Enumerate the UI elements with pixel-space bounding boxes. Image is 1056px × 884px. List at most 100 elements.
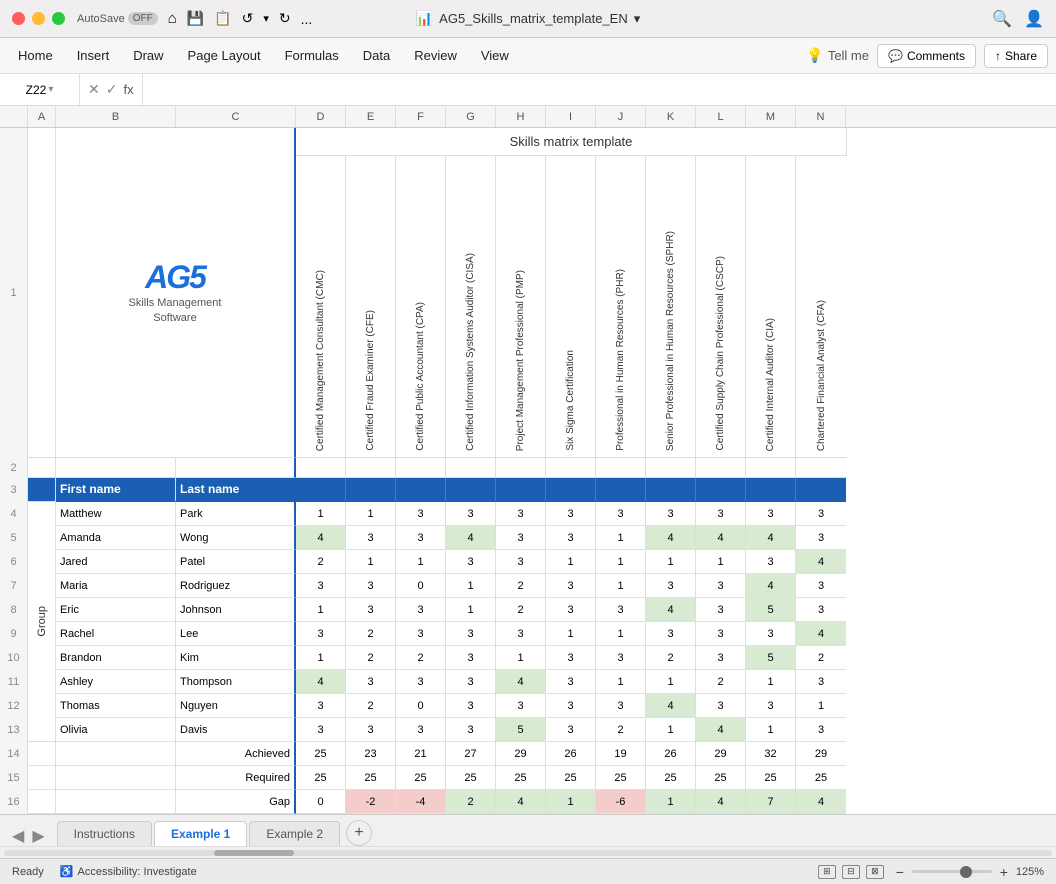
col-n[interactable]: N xyxy=(796,106,846,127)
tell-me-field[interactable]: 💡 Tell me xyxy=(806,47,869,64)
cell-h2[interactable] xyxy=(496,458,546,478)
cell-first-7[interactable]: Ashley xyxy=(56,670,176,694)
cell-val-1-5[interactable]: 3 xyxy=(546,526,596,550)
scrollbar-thumb[interactable] xyxy=(214,850,294,856)
cell-f3[interactable] xyxy=(396,478,446,502)
cell-val-8-10[interactable]: 1 xyxy=(796,694,846,718)
cell-val-4-10[interactable]: 3 xyxy=(796,598,846,622)
cell-val-2-6[interactable]: 1 xyxy=(596,550,646,574)
cell-h3[interactable] xyxy=(496,478,546,502)
col-d[interactable]: D xyxy=(296,106,346,127)
cell-val-5-4[interactable]: 3 xyxy=(496,622,546,646)
cell-val-1-3[interactable]: 4 xyxy=(446,526,496,550)
cell-val-4-7[interactable]: 4 xyxy=(646,598,696,622)
menu-view[interactable]: View xyxy=(471,44,519,67)
cell-val-0-7[interactable]: 3 xyxy=(646,502,696,526)
scrollbar-track[interactable] xyxy=(4,850,1052,856)
cancel-formula-icon[interactable]: ✕ xyxy=(88,81,100,98)
cell-val-1-6[interactable]: 1 xyxy=(596,526,646,550)
cell-val-5-2[interactable]: 3 xyxy=(396,622,446,646)
next-sheet-icon[interactable]: ▶ xyxy=(28,826,48,846)
cell-val-6-1[interactable]: 2 xyxy=(346,646,396,670)
cell-val-6-2[interactable]: 2 xyxy=(396,646,446,670)
cell-a1[interactable] xyxy=(28,128,56,458)
menu-home[interactable]: Home xyxy=(8,44,63,67)
cell-required-3[interactable]: 25 xyxy=(446,766,496,790)
cell-k3[interactable] xyxy=(646,478,696,502)
cell-achieved-8[interactable]: 29 xyxy=(696,742,746,766)
cell-achieved-3[interactable]: 27 xyxy=(446,742,496,766)
cell-first-4[interactable]: Eric xyxy=(56,598,176,622)
cell-required-6[interactable]: 25 xyxy=(596,766,646,790)
cell-val-6-3[interactable]: 3 xyxy=(446,646,496,670)
cell-val-9-3[interactable]: 3 xyxy=(446,718,496,742)
cell-val-9-2[interactable]: 3 xyxy=(396,718,446,742)
cell-val-3-5[interactable]: 3 xyxy=(546,574,596,598)
cell-val-8-7[interactable]: 4 xyxy=(646,694,696,718)
cell-val-6-7[interactable]: 2 xyxy=(646,646,696,670)
cell-val-9-9[interactable]: 1 xyxy=(746,718,796,742)
cell-a16[interactable] xyxy=(28,790,56,814)
search-icon[interactable]: 🔍 xyxy=(992,9,1012,29)
cell-gap-2[interactable]: -4 xyxy=(396,790,446,814)
cell-c3-last-name[interactable]: Last name xyxy=(176,478,296,502)
cell-required-0[interactable]: 25 xyxy=(296,766,346,790)
cell-val-9-6[interactable]: 2 xyxy=(596,718,646,742)
cell-n3[interactable] xyxy=(796,478,846,502)
cell-val-5-7[interactable]: 3 xyxy=(646,622,696,646)
menu-data[interactable]: Data xyxy=(353,44,400,67)
cell-val-6-4[interactable]: 1 xyxy=(496,646,546,670)
cell-d3[interactable] xyxy=(296,478,346,502)
cell-gap-7[interactable]: 1 xyxy=(646,790,696,814)
tab-example2[interactable]: Example 2 xyxy=(249,821,340,846)
cell-last-3[interactable]: Rodriguez xyxy=(176,574,296,598)
cell-val-5-0[interactable]: 3 xyxy=(296,622,346,646)
zoom-out-button[interactable]: − xyxy=(892,864,908,880)
profile-icon[interactable]: 👤 xyxy=(1024,9,1044,29)
cell-k2[interactable] xyxy=(646,458,696,478)
cell-val-9-7[interactable]: 1 xyxy=(646,718,696,742)
cell-l3[interactable] xyxy=(696,478,746,502)
cell-val-4-0[interactable]: 1 xyxy=(296,598,346,622)
cell-l2[interactable] xyxy=(696,458,746,478)
cell-val-4-1[interactable]: 3 xyxy=(346,598,396,622)
cell-val-1-10[interactable]: 3 xyxy=(796,526,846,550)
normal-view-icon[interactable]: ⊞ xyxy=(818,865,836,879)
cell-gap-1[interactable]: -2 xyxy=(346,790,396,814)
cell-val-7-3[interactable]: 3 xyxy=(446,670,496,694)
fullscreen-button[interactable] xyxy=(52,12,65,25)
cell-first-0[interactable]: Matthew xyxy=(56,502,176,526)
zoom-thumb[interactable] xyxy=(960,866,972,878)
cell-val-5-6[interactable]: 1 xyxy=(596,622,646,646)
cell-val-7-9[interactable]: 1 xyxy=(746,670,796,694)
more-icon[interactable]: ... xyxy=(301,11,313,27)
cell-last-0[interactable]: Park xyxy=(176,502,296,526)
cell-val-4-5[interactable]: 3 xyxy=(546,598,596,622)
menu-insert[interactable]: Insert xyxy=(67,44,120,67)
cell-val-1-2[interactable]: 3 xyxy=(396,526,446,550)
cell-val-6-8[interactable]: 3 xyxy=(696,646,746,670)
cell-required-1[interactable]: 25 xyxy=(346,766,396,790)
cell-val-2-5[interactable]: 1 xyxy=(546,550,596,574)
cell-achieved-2[interactable]: 21 xyxy=(396,742,446,766)
cell-first-5[interactable]: Rachel xyxy=(56,622,176,646)
cell-val-8-2[interactable]: 0 xyxy=(396,694,446,718)
cell-val-6-6[interactable]: 3 xyxy=(596,646,646,670)
cell-b2[interactable] xyxy=(56,458,176,478)
redo-icon[interactable]: ↻ xyxy=(279,10,291,27)
cell-last-4[interactable]: Johnson xyxy=(176,598,296,622)
cell-achieved-4[interactable]: 29 xyxy=(496,742,546,766)
cell-val-5-3[interactable]: 3 xyxy=(446,622,496,646)
cell-b16[interactable] xyxy=(56,790,176,814)
comments-button[interactable]: 💬 Comments xyxy=(877,44,976,68)
cell-c2[interactable] xyxy=(176,458,296,478)
cell-val-1-0[interactable]: 4 xyxy=(296,526,346,550)
cell-val-4-9[interactable]: 5 xyxy=(746,598,796,622)
menu-page-layout[interactable]: Page Layout xyxy=(178,44,271,67)
cell-val-8-0[interactable]: 3 xyxy=(296,694,346,718)
cell-e3[interactable] xyxy=(346,478,396,502)
autosave-toggle[interactable]: OFF xyxy=(128,12,158,25)
prev-sheet-icon[interactable]: ◀ xyxy=(8,826,28,846)
cell-val-8-5[interactable]: 3 xyxy=(546,694,596,718)
cell-achieved-0[interactable]: 25 xyxy=(296,742,346,766)
